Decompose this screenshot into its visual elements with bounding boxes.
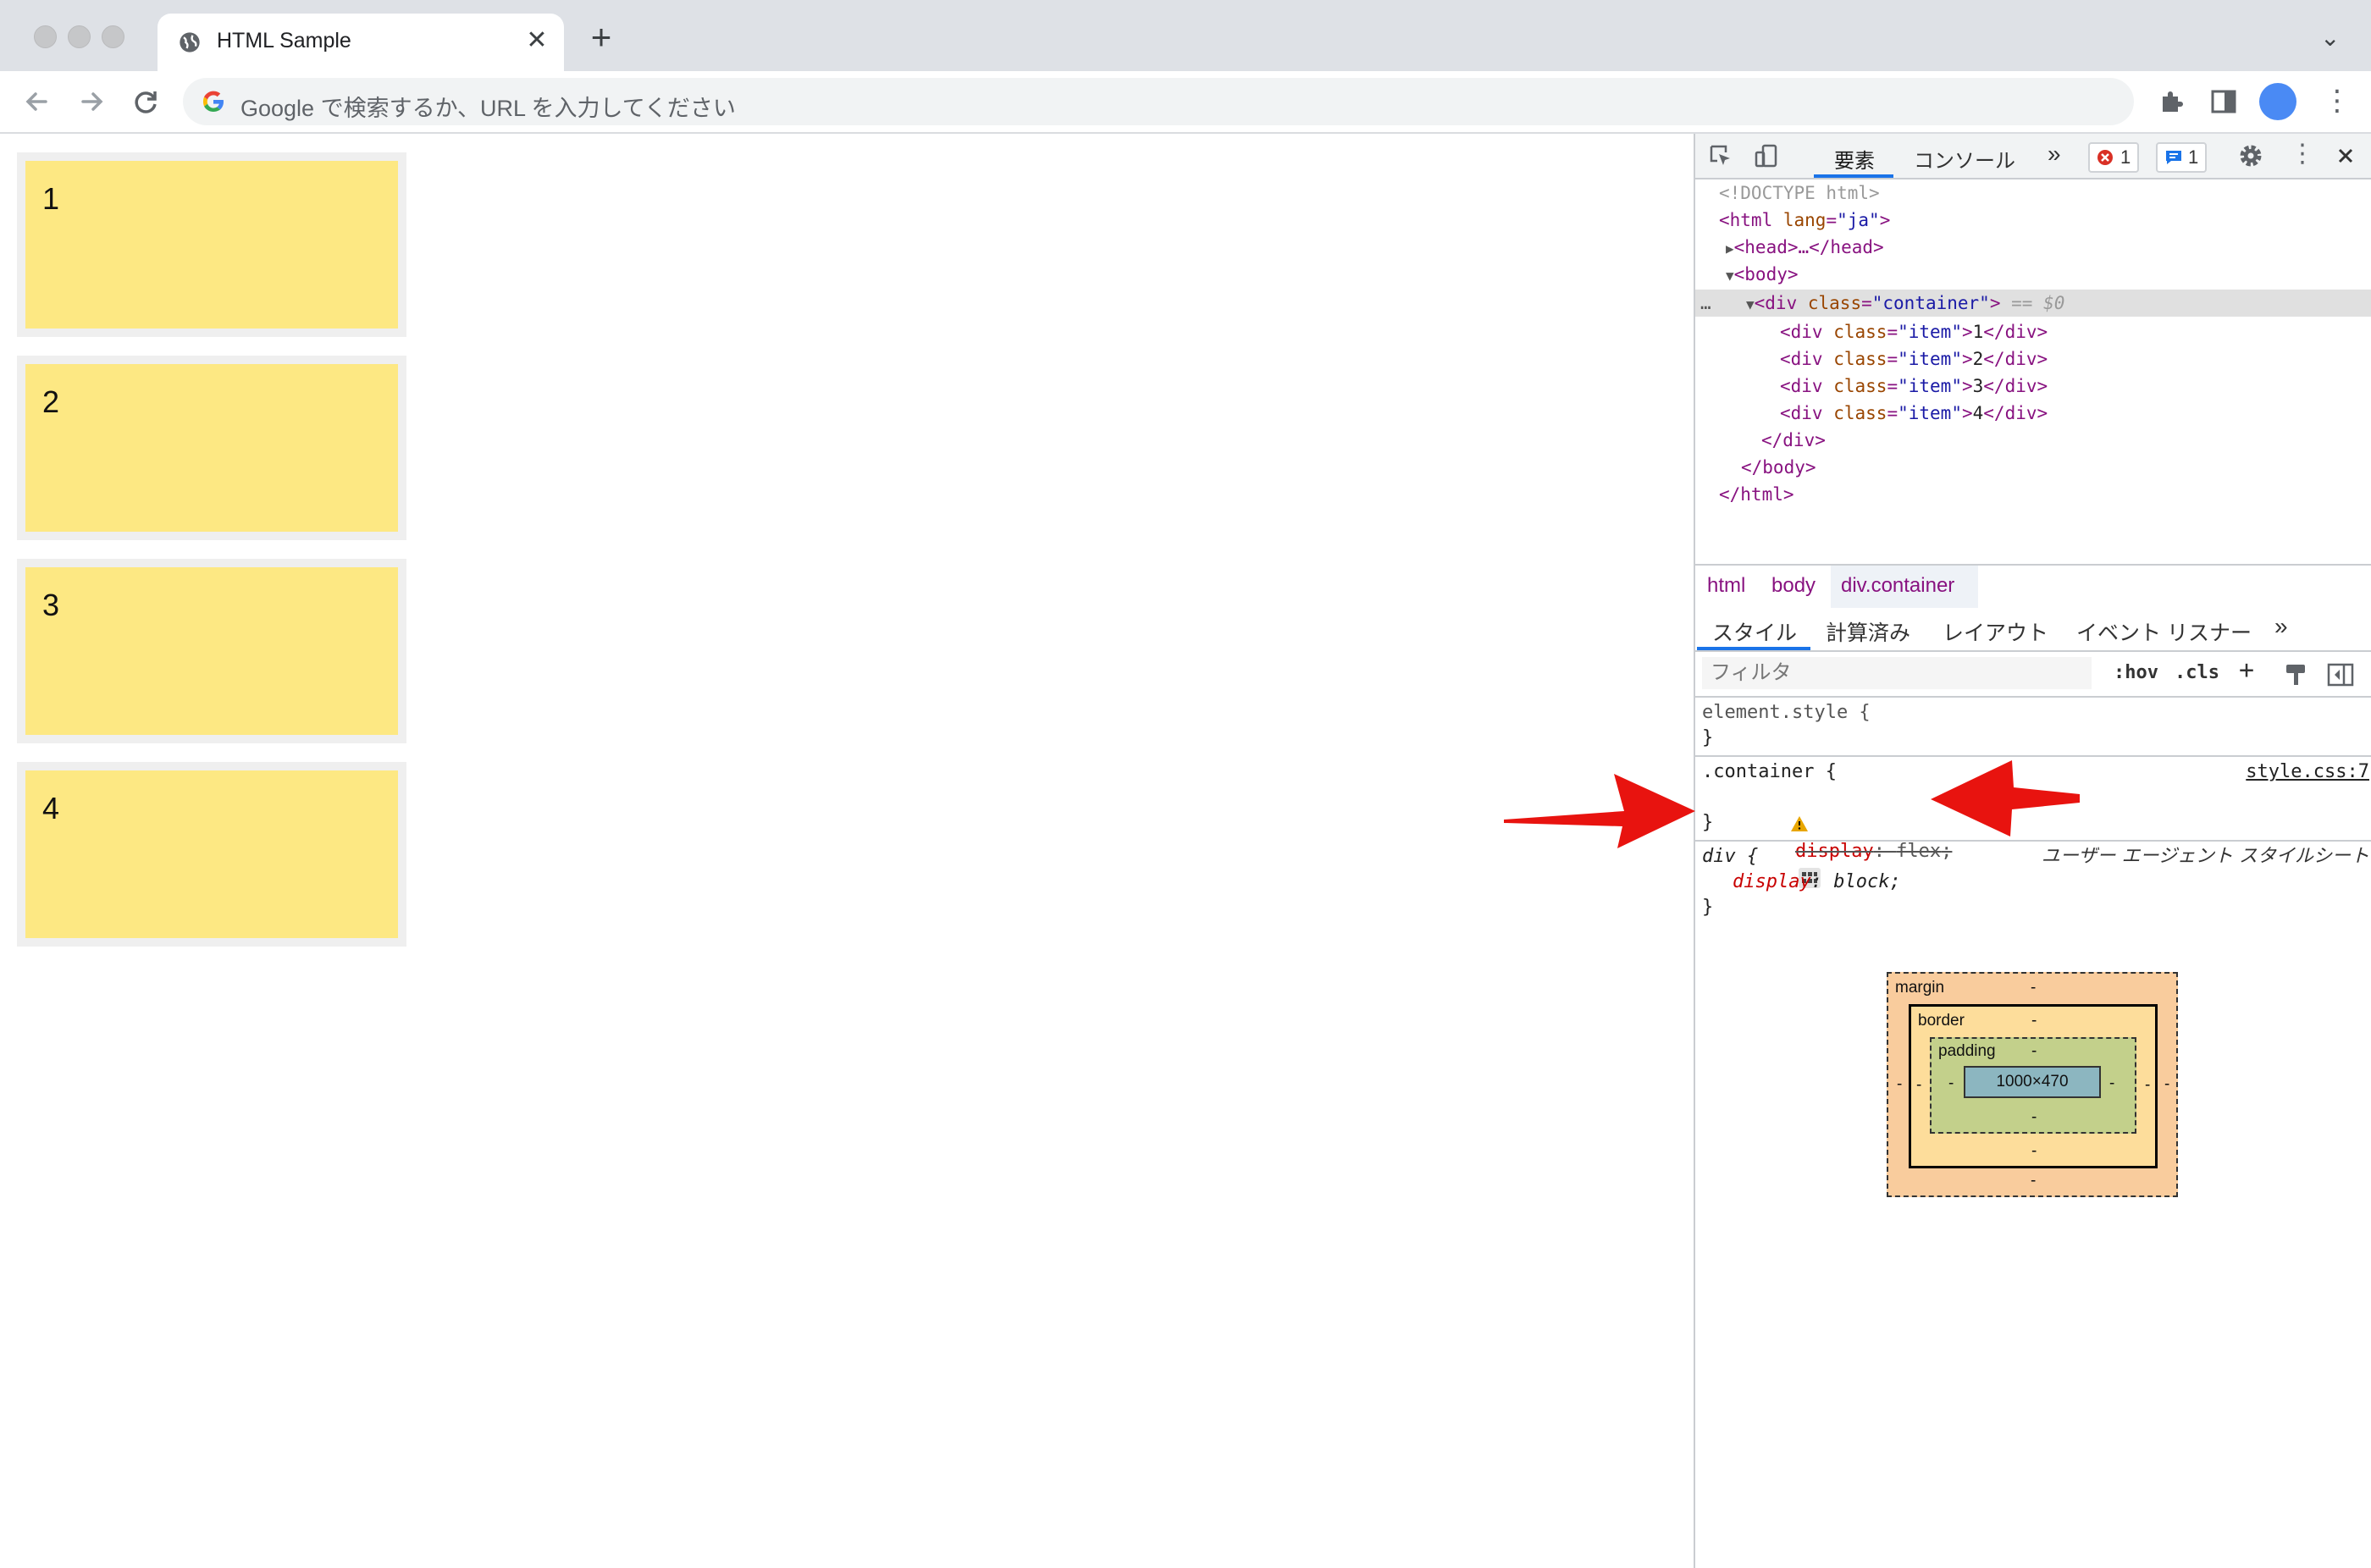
new-style-rule-icon[interactable]: + [2239,655,2254,685]
window-minimize-dot[interactable] [68,25,91,48]
breadcrumb-body[interactable]: body [1771,574,1816,598]
hov-toggle[interactable]: :hov [2114,662,2158,683]
forward-arrow-icon[interactable] [71,81,112,122]
settings-gear-icon[interactable] [2237,142,2264,169]
flex-item-3: 3 [17,559,406,743]
element-style-rule[interactable]: element.style { } [1695,698,2371,757]
extensions-puzzle-icon[interactable] [2154,85,2188,119]
back-arrow-icon[interactable] [17,81,58,122]
new-tab-button[interactable]: + [583,19,620,55]
more-style-tabs-icon[interactable]: » [2274,613,2288,640]
display-flex-declaration[interactable]: display: flex; [1700,784,1952,888]
window-close-dot[interactable] [34,25,57,48]
dom-html-node[interactable]: <html lang="ja"> [1719,207,2371,234]
browser-tab[interactable]: HTML Sample ✕ [158,14,564,71]
close-devtools-icon[interactable] [2332,142,2359,169]
profile-avatar[interactable] [2259,83,2296,120]
user-agent-stylesheet-label: ユーザー エージェント スタイルシート [2041,846,2369,867]
warning-icon[interactable] [1790,815,1809,832]
breadcrumb-div-container[interactable]: div.container [1841,574,1954,598]
annotation-arrow-left-icon [1504,774,1695,848]
dom-item-node[interactable]: <div class="item">3</div> [1780,373,2371,400]
box-model-content-size[interactable]: 1000×470 [1964,1066,2101,1098]
sidebar-toggle-icon[interactable] [2327,662,2354,687]
styles-tab-bar: スタイル 計算済み レイアウト イベント リスナー » [1695,608,2371,652]
inspect-element-icon[interactable] [1707,142,1734,169]
page-viewport: 1 2 3 4 [0,134,1694,1568]
item-label: 2 [42,384,60,419]
devtools-panel: 要素 コンソール » 1 1 ⋮ <!DOCTYPE html> <html l… [1694,134,2371,1568]
devtools-toolbar: 要素 コンソール » 1 1 ⋮ [1695,134,2371,179]
devtools-menu-icon[interactable]: ⋮ [2290,139,2315,168]
breadcrumb: html body div.container [1695,564,2371,610]
error-count-badge[interactable]: 1 [2088,142,2140,173]
dom-div-close[interactable]: </div> [1761,427,2371,454]
address-bar[interactable]: Google で検索するか、URL を入力してください [183,78,2134,125]
dom-body-node[interactable]: ▼<body> [1726,261,2371,288]
title-bar: HTML Sample ✕ + ⌄ [0,0,2371,71]
dom-doctype[interactable]: <!DOCTYPE html> [1719,179,2371,207]
tab-event-listeners[interactable]: イベント リスナー [2076,616,2252,647]
flex-item-4: 4 [17,762,406,947]
message-icon [2166,151,2181,164]
box-model-margin[interactable]: margin - - - - border - - - - padding - … [1887,972,2178,1197]
google-g-icon [202,91,224,112]
item-label: 1 [42,181,60,216]
reload-icon[interactable] [125,81,166,122]
globe-icon [180,32,200,52]
window-zoom-dot[interactable] [102,25,124,48]
tab-elements[interactable]: 要素 [1834,144,1875,174]
dom-body-close[interactable]: </body> [1741,454,2371,481]
tab-title: HTML Sample [217,29,351,52]
style-source-link[interactable]: style.css:7 [2246,759,2369,786]
styles-filter-bar: フィルタ :hov .cls + [1695,652,2371,698]
dom-item-node[interactable]: <div class="item">4</div> [1780,400,2371,427]
annotation-arrow-right-icon [1931,760,2080,836]
more-tabs-icon[interactable]: » [2048,141,2061,168]
tab-computed[interactable]: 計算済み [1826,616,1910,647]
tab-close-icon[interactable]: ✕ [522,25,552,56]
side-panel-icon[interactable] [2207,85,2241,119]
dom-html-close[interactable]: </html> [1719,481,2371,508]
div-user-agent-rule[interactable]: div { ユーザー エージェント スタイルシート display: block… [1695,842,2371,925]
box-model-border[interactable]: border - - - - padding - - - - 1000×470 [1909,1004,2158,1168]
error-icon [2097,150,2113,165]
tab-styles[interactable]: スタイル [1712,616,1797,647]
flex-item-1: 1 [17,152,406,337]
browser-menu-icon[interactable]: ⋮ [2320,80,2354,122]
styles-filter-input[interactable]: フィルタ [1702,657,2092,689]
item-label: 3 [42,588,60,622]
dom-container-node-selected[interactable]: … ▼<div class="container"> == $0 [1695,290,2371,317]
cls-toggle[interactable]: .cls [2175,662,2219,683]
message-count-badge[interactable]: 1 [2156,142,2208,173]
dom-head-node[interactable]: ▶<head>…</head> [1726,234,2371,261]
flex-item-2: 2 [17,356,406,540]
dom-item-node[interactable]: <div class="item">1</div> [1780,318,2371,345]
box-model-padding[interactable]: padding - - - - 1000×470 [1930,1037,2136,1134]
browser-toolbar: Google で検索するか、URL を入力してください ⋮ [0,71,2371,134]
paint-brush-icon[interactable] [2283,662,2308,687]
device-toggle-icon[interactable] [1753,142,1780,169]
tab-search-chevron-icon[interactable]: ⌄ [2320,24,2340,52]
item-label: 4 [42,791,60,825]
breadcrumb-html[interactable]: html [1707,574,1745,598]
dom-item-node[interactable]: <div class="item">2</div> [1780,345,2371,373]
tab-layout[interactable]: レイアウト [1943,616,2048,647]
address-placeholder: Google で検索するか、URL を入力してください [240,96,736,121]
tab-console[interactable]: コンソール [1914,144,2015,174]
